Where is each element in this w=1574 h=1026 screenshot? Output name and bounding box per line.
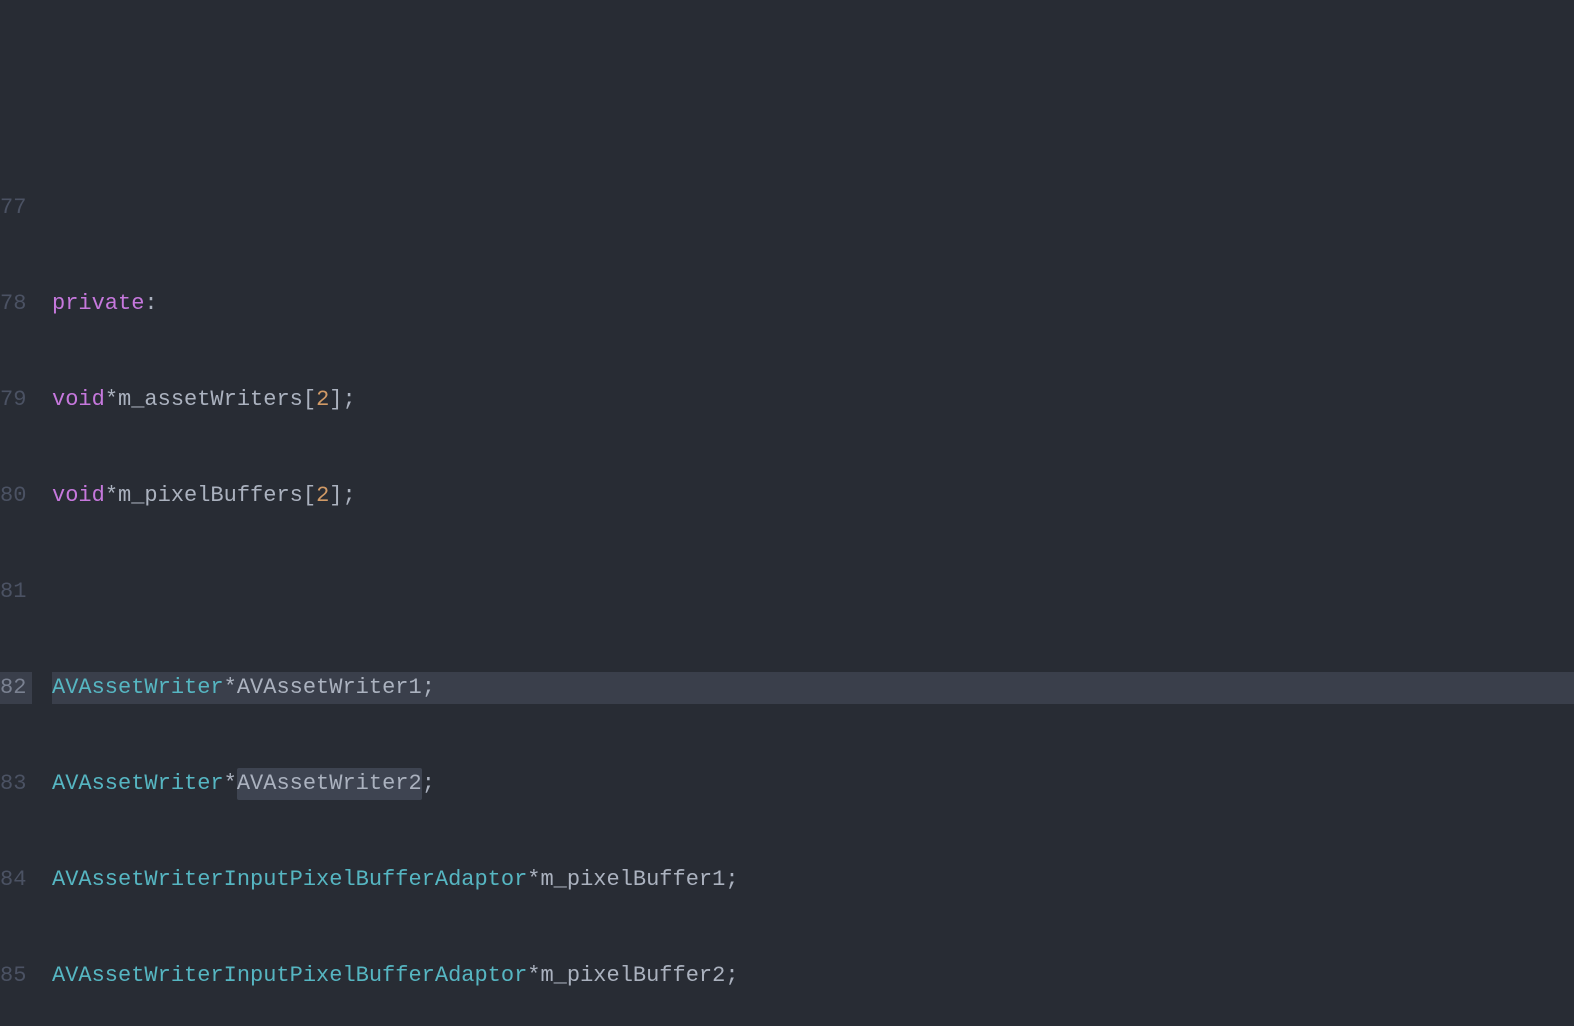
punct-semi: ; — [342, 480, 355, 512]
punct-semi: ; — [725, 864, 738, 896]
punct-lbracket: [ — [303, 384, 316, 416]
punct-star: * — [527, 864, 540, 896]
line-number: 83 — [0, 768, 32, 800]
identifier: m_pixelBuffers — [118, 480, 303, 512]
type-adaptor: AVAssetWriterInputPixelBufferAdaptor — [52, 864, 527, 896]
code-line[interactable]: private: — [52, 288, 1574, 320]
line-number: 81 — [0, 576, 32, 608]
line-number: 84 — [0, 864, 32, 896]
line-number: 85 — [0, 960, 32, 992]
punct-star: * — [527, 960, 540, 992]
type-avassetwriter: AVAssetWriter — [52, 672, 224, 704]
code-line[interactable]: AVAssetWriterInputPixelBufferAdaptor* m_… — [52, 864, 1574, 896]
code-line-current[interactable]: AVAssetWriter* AVAssetWriter1; — [52, 672, 1574, 704]
line-number-gutter: 77 78 79 80 81 82 83 84 85 86 87 88 89 9… — [0, 128, 40, 1026]
text-selection: AVAssetWriter2 — [237, 768, 422, 800]
punct-star: * — [224, 768, 237, 800]
line-number-current: 82 — [0, 672, 32, 704]
type-void: void — [52, 384, 105, 416]
punct-semi: ; — [725, 960, 738, 992]
number-literal: 2 — [316, 384, 329, 416]
line-number: 77 — [0, 192, 32, 224]
code-line[interactable]: AVAssetWriter* AVAssetWriter2; — [52, 768, 1574, 800]
code-content[interactable]: private: void* m_assetWriters[2]; void* … — [40, 128, 1574, 1026]
punct-lbracket: [ — [303, 480, 316, 512]
identifier: AVAssetWriter1 — [237, 672, 422, 704]
code-line[interactable] — [52, 576, 1574, 608]
punct-semi: ; — [342, 384, 355, 416]
code-line[interactable] — [52, 192, 1574, 224]
code-line[interactable]: void* m_pixelBuffers[2]; — [52, 480, 1574, 512]
punct-colon: : — [144, 288, 157, 320]
punct-semi: ; — [422, 768, 435, 800]
line-number: 79 — [0, 384, 32, 416]
punct-star: * — [105, 480, 118, 512]
identifier: m_pixelBuffer1 — [540, 864, 725, 896]
identifier: m_pixelBuffer2 — [540, 960, 725, 992]
code-line[interactable]: AVAssetWriterInputPixelBufferAdaptor* m_… — [52, 960, 1574, 992]
identifier: m_assetWriters — [118, 384, 303, 416]
punct-rbracket: ] — [329, 480, 342, 512]
code-editor[interactable]: 77 78 79 80 81 82 83 84 85 86 87 88 89 9… — [0, 128, 1574, 1026]
punct-rbracket: ] — [329, 384, 342, 416]
punct-semi: ; — [422, 672, 435, 704]
type-adaptor: AVAssetWriterInputPixelBufferAdaptor — [52, 960, 527, 992]
line-number: 78 — [0, 288, 32, 320]
line-number: 80 — [0, 480, 32, 512]
punct-star: * — [224, 672, 237, 704]
identifier: AVAssetWriter2 — [237, 771, 422, 796]
punct-star: * — [105, 384, 118, 416]
number-literal: 2 — [316, 480, 329, 512]
type-avassetwriter: AVAssetWriter — [52, 768, 224, 800]
type-void: void — [52, 480, 105, 512]
keyword-private: private — [52, 288, 144, 320]
code-line[interactable]: void* m_assetWriters[2]; — [52, 384, 1574, 416]
